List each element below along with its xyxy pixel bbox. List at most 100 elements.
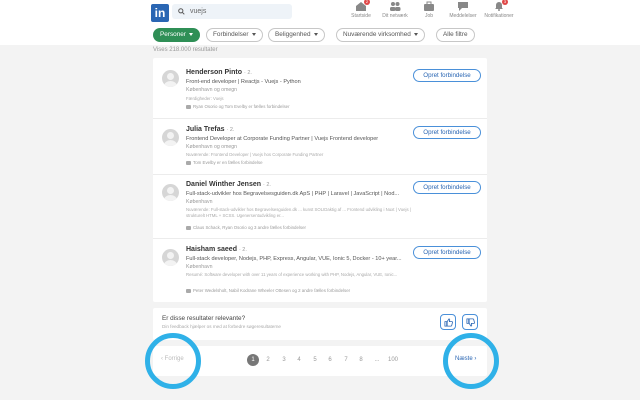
filter-all-label: Alle filtre (443, 31, 468, 38)
feedback-panel: Er disse resultater relevante? Din feedb… (153, 308, 487, 340)
page-number-5[interactable]: 5 (309, 354, 321, 366)
chevron-down-icon (251, 32, 256, 36)
page-number-3[interactable]: 3 (278, 354, 290, 366)
connect-button[interactable]: Opret forbindelse (413, 246, 481, 259)
connection-degree: · 2. (243, 70, 252, 76)
nav-item-notifications[interactable]: 3 Notifikationer (480, 0, 518, 19)
mutual-connections-text: Claus Schack, Ryan Osorio og 3 andre fæl… (193, 225, 306, 230)
results-list: Henderson Pinto · 2. Front-end developer… (153, 58, 487, 302)
result-location: København (186, 199, 213, 205)
result-headline: Full-stack-udvikler hos Begravelsesguide… (186, 191, 400, 197)
result-headline: Front-end developer | Reactjs - Vuejs - … (186, 79, 301, 85)
nav-item-network[interactable]: Dit netværk (376, 1, 414, 19)
filter-forbindelser[interactable]: Forbindelser (206, 28, 263, 42)
filter-beliggenhed-label: Beliggenhed (275, 31, 311, 38)
nav-item-network-label: Dit netværk (382, 13, 408, 19)
chevron-down-icon (188, 32, 193, 36)
result-snippet: Nuværende: Frontend Developer | Vuejs ho… (186, 152, 324, 157)
mutual-connections[interactable]: Peter Wedelsholt, Nabil Kodrane Wheeler … (186, 288, 350, 293)
result-location: København og omegn (186, 87, 238, 93)
result-location: København og omegn (186, 144, 238, 150)
mutual-connections[interactable]: Claus Schack, Ryan Osorio og 3 andre fæl… (186, 225, 306, 230)
filter-beliggenhed[interactable]: Beliggenhed (268, 28, 325, 42)
connection-degree: · 2. (262, 182, 271, 188)
network-icon (389, 1, 401, 11)
list-item: Henderson Pinto · 2. Front-end developer… (153, 58, 487, 119)
page-number-2[interactable]: 2 (262, 354, 274, 366)
nav-item-notifications-label: Notifikationer (484, 13, 514, 19)
feedback-question: Er disse resultater relevante? (162, 315, 246, 322)
page-number-4[interactable]: 4 (293, 354, 305, 366)
list-item: Daniel Winther Jensen · 2. Full-stack-ud… (153, 175, 487, 239)
page-number-1[interactable]: 1 (247, 354, 259, 366)
page-number-6[interactable]: 6 (324, 354, 336, 366)
result-name-text: Henderson Pinto (186, 69, 243, 76)
result-name-text: Daniel Winther Jensen (186, 181, 262, 188)
avatar[interactable] (162, 129, 179, 146)
thumbs-up-button[interactable] (440, 314, 456, 330)
home-badge: 2 (364, 0, 370, 5)
pagination: ‹ Forrige 1 2 3 4 5 6 7 8 ... 100 Næste … (153, 346, 487, 376)
notifications-badge: 3 (502, 0, 508, 5)
result-headline: Full-stack developer, Nodejs, PHP, Expre… (186, 256, 402, 262)
mutual-connections-text: Ryan Osorio og Tom Evelby er fælles forb… (193, 104, 290, 109)
mutual-connections-text: Peter Wedelsholt, Nabil Kodrane Wheeler … (193, 288, 351, 293)
result-location: København (186, 264, 213, 270)
result-name-text: Julia Trefas (186, 126, 225, 133)
connect-button[interactable]: Opret forbindelse (413, 181, 481, 194)
filter-bar: Personer Forbindelser Beliggenhed Nuvære… (0, 25, 640, 45)
thumbs-up-icon (443, 317, 453, 327)
page-number-7[interactable]: 7 (340, 354, 352, 366)
mutual-connections[interactable]: Tom Evelby er en fælles forbindelse (186, 160, 263, 165)
page-number-100[interactable]: 100 (385, 354, 401, 366)
messages-icon (457, 1, 469, 11)
connection-degree: · 2. (226, 127, 235, 133)
highlight-circle-next (443, 333, 499, 389)
avatar[interactable] (162, 184, 179, 201)
list-item: Haisham saeed · 2. Full-stack developer,… (153, 239, 487, 302)
result-name-text: Haisham saeed (186, 246, 237, 253)
filter-forbindelser-label: Forbindelser (213, 31, 249, 38)
page-ellipsis: ... (374, 357, 380, 363)
chevron-down-icon (313, 32, 318, 36)
result-snippet: Færdigheder: Vuejs (186, 96, 224, 101)
nav-item-jobs[interactable]: Job (410, 1, 448, 19)
page-number-8[interactable]: 8 (355, 354, 367, 366)
nav-item-home[interactable]: 2 Startside (342, 0, 380, 19)
connect-button[interactable]: Opret forbindelse (413, 126, 481, 139)
search-value: vuejs (190, 8, 207, 15)
result-name[interactable]: Haisham saeed · 2. (186, 246, 247, 253)
result-name[interactable]: Julia Trefas · 2. (186, 126, 234, 133)
nav-item-jobs-label: Job (424, 13, 434, 19)
highlight-circle-previous (145, 333, 201, 389)
people-icon (186, 160, 191, 165)
nav-item-home-label: Startside (351, 13, 371, 19)
bell-icon: 3 (493, 0, 508, 11)
nav-item-messages[interactable]: Meddelelser (444, 1, 482, 19)
search-input[interactable]: vuejs (172, 4, 292, 19)
result-name[interactable]: Henderson Pinto · 2. (186, 69, 252, 76)
linkedin-logo[interactable]: in (151, 4, 169, 22)
top-navigation: in vuejs 2 Startside Dit netværk Job Med… (0, 0, 640, 25)
home-icon: 2 (355, 0, 370, 11)
result-headline: Frontend Developer at Corporate Funding … (186, 136, 379, 142)
thumbs-down-icon (465, 317, 475, 327)
results-count: Vises 218.000 resultater (153, 47, 218, 53)
people-icon (186, 225, 191, 230)
search-icon (178, 8, 185, 15)
result-snippet: Resumé: Software developer with over 11 … (186, 272, 398, 277)
briefcase-icon (423, 1, 435, 11)
chevron-down-icon (413, 32, 418, 36)
avatar[interactable] (162, 70, 179, 87)
thumbs-down-button[interactable] (462, 314, 478, 330)
result-name[interactable]: Daniel Winther Jensen · 2. (186, 181, 271, 188)
mutual-connections[interactable]: Ryan Osorio og Tom Evelby er fælles forb… (186, 104, 290, 109)
filter-all[interactable]: Alle filtre (436, 28, 475, 42)
filter-personer-label: Personer (160, 31, 186, 38)
people-icon (186, 104, 191, 109)
connect-button[interactable]: Opret forbindelse (413, 69, 481, 82)
avatar[interactable] (162, 249, 179, 266)
filter-personer[interactable]: Personer (153, 28, 200, 42)
people-icon (186, 288, 191, 293)
filter-virksomhed[interactable]: Nuværende virksomhed (336, 28, 425, 42)
